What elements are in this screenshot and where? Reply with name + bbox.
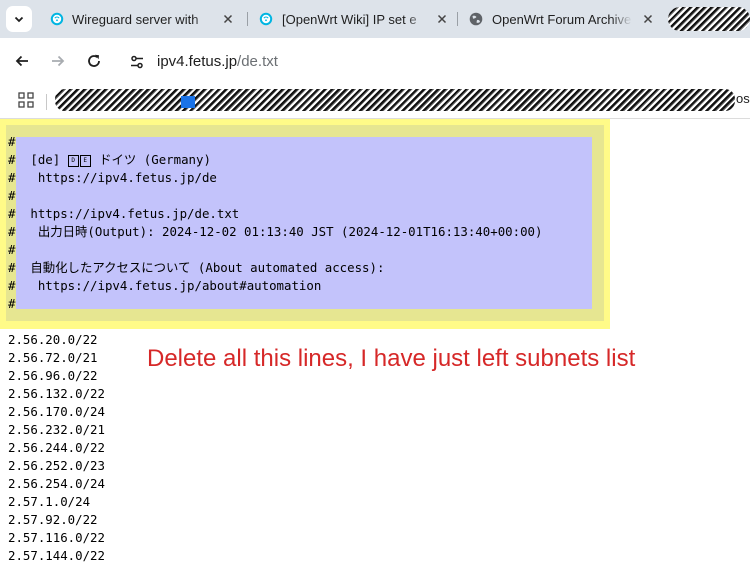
tab-close-button[interactable] [640, 11, 656, 27]
bookmarks-bar: os [0, 84, 750, 119]
close-icon [223, 14, 233, 24]
tab-separator [247, 12, 248, 26]
subnet-line: 2.56.232.0/21 [8, 422, 105, 437]
redacted-profile-area [668, 7, 750, 31]
reload-button[interactable] [83, 50, 105, 72]
header-line: # [8, 134, 16, 149]
globe-icon [469, 12, 483, 26]
openwrt-icon [50, 12, 64, 26]
url-path: /de.txt [237, 53, 278, 70]
header-line: # [8, 188, 16, 203]
subnet-line: 2.56.170.0/24 [8, 404, 105, 419]
header-line: # [8, 296, 16, 311]
address-bar[interactable]: ipv4.fetus.jp/de.txt [118, 43, 750, 79]
bookmarks-separator [46, 94, 47, 110]
subnet-line: 2.57.116.0/22 [8, 530, 105, 545]
subnet-line: 2.56.20.0/22 [8, 332, 98, 347]
arrow-left-icon [15, 55, 28, 67]
redacted-bookmarks [55, 89, 735, 111]
tab-openwrt-forum[interactable]: OpenWrt Forum Archive [469, 0, 661, 38]
subnet-list: 2.56.20.0/22 2.56.72.0/21 2.56.96.0/22 2.56… [8, 331, 105, 565]
bookmark-favicon [181, 96, 195, 108]
close-icon [437, 14, 447, 24]
arrow-right-icon [52, 55, 65, 67]
header-line: # [de] DE ドイツ (Germany) [8, 151, 542, 169]
header-line: # https://ipv4.fetus.jp/about#automation [8, 278, 322, 293]
flag-glyph: D [67, 155, 79, 167]
url-host: ipv4.fetus.jp [157, 53, 238, 70]
bookmark-label[interactable]: os [736, 91, 750, 106]
subnet-line: 2.56.254.0/24 [8, 476, 105, 491]
header-line: # https://ipv4.fetus.jp/de [8, 170, 217, 185]
annotation-text: Delete all this lines, I have just left … [147, 345, 636, 372]
flag-glyphs: DE [67, 152, 92, 170]
site-info-icon[interactable] [129, 54, 145, 70]
apps-grid-icon[interactable] [18, 92, 34, 108]
tab-openwrt-wiki[interactable]: [OpenWrt Wiki] IP set e [259, 0, 454, 38]
back-button[interactable] [11, 50, 33, 72]
forward-button[interactable] [47, 50, 69, 72]
subnet-line: 2.56.252.0/23 [8, 458, 105, 473]
tab-close-button[interactable] [220, 11, 236, 27]
tab-strip: Wireguard server with [OpenWrt Wiki] IP … [0, 0, 750, 38]
chevron-down-icon [14, 16, 24, 23]
tab-search-button[interactable] [6, 6, 32, 32]
subnet-line: 2.56.72.0/21 [8, 350, 98, 365]
subnet-line: 2.57.144.0/22 [8, 548, 105, 563]
tab-title: Wireguard server with [72, 12, 199, 27]
reload-icon [88, 54, 100, 67]
subnet-line: 2.57.1.0/24 [8, 494, 91, 509]
tab-separator [457, 12, 458, 26]
tab-wireguard[interactable]: Wireguard server with [50, 0, 245, 38]
tab-close-button[interactable] [434, 11, 450, 27]
subnet-line: 2.56.96.0/22 [8, 368, 98, 383]
subnet-line: 2.57.92.0/22 [8, 512, 98, 527]
openwrt-icon [259, 12, 273, 26]
page-content: # # [de] DE ドイツ (Germany) # https://ipv4.f… [0, 119, 750, 564]
tab-title: OpenWrt Forum Archive [492, 12, 632, 27]
tab-title: [OpenWrt Wiki] IP set e [282, 12, 417, 27]
header-line: # 出力日時(Output): 2024-12-02 01:13:40 JST … [8, 224, 543, 239]
header-line: # 自動化したアクセスについて (About automated access)… [8, 260, 385, 275]
url-text[interactable]: ipv4.fetus.jp/de.txt [157, 53, 278, 70]
subnet-line: 2.56.132.0/22 [8, 386, 105, 401]
header-line: # https://ipv4.fetus.jp/de.txt [8, 206, 240, 221]
close-icon [643, 14, 653, 24]
header-line: # [8, 242, 16, 257]
flag-glyph: E [79, 155, 91, 167]
browser-toolbar: ipv4.fetus.jp/de.txt [0, 38, 750, 84]
header-comment-block: # # [de] DE ドイツ (Germany) # https://ipv4.f… [8, 133, 542, 313]
subnet-line: 2.56.244.0/22 [8, 440, 105, 455]
header-highlight: # # [de] DE ドイツ (Germany) # https://ipv4.f… [0, 119, 610, 329]
